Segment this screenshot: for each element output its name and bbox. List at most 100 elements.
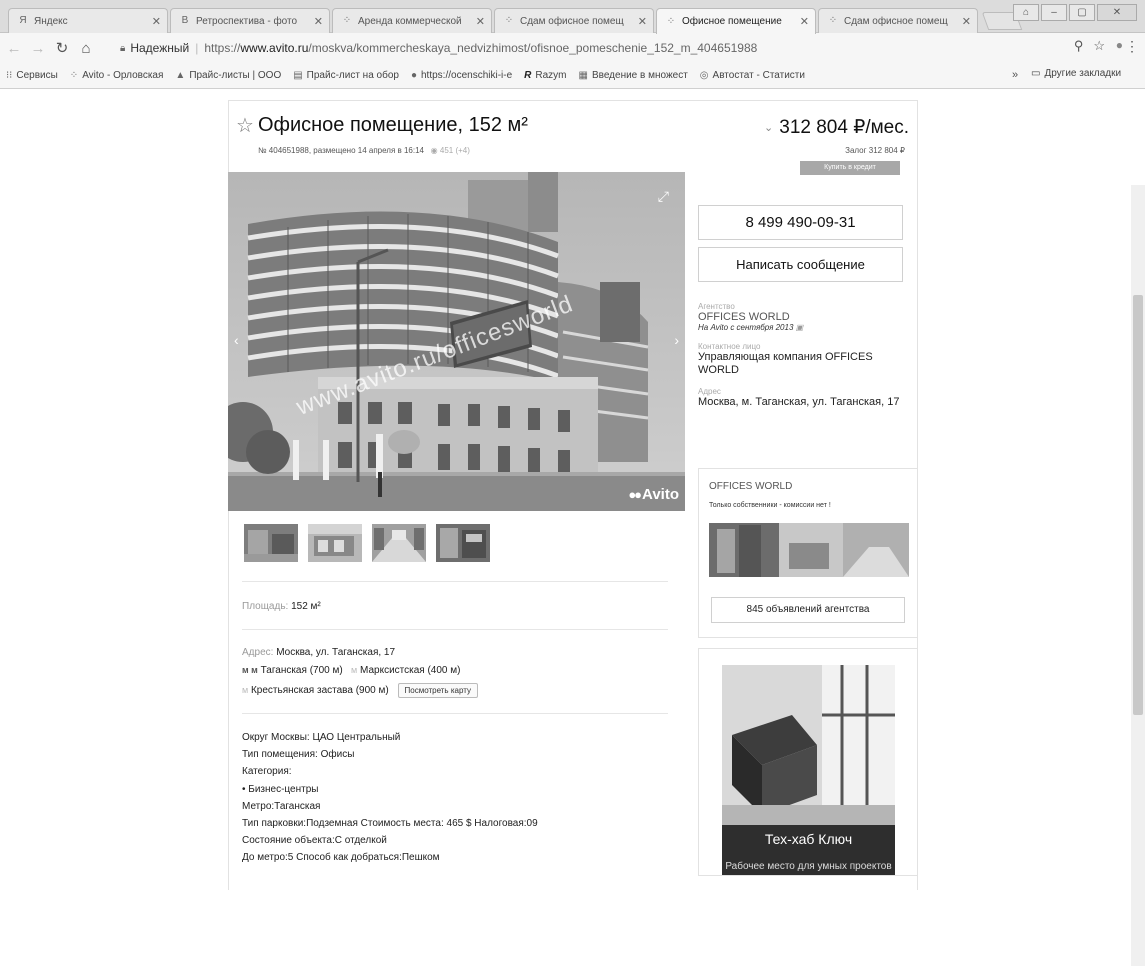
tab-label: Яндекс [34,15,68,27]
detail-line: Состояние объекта:С отделкой [242,835,387,847]
back-icon[interactable]: ← [4,40,24,57]
tab-retrospective[interactable]: B Ретроспектива - фото ✕ [170,8,330,33]
detail-line: Метро:Таганская [242,800,321,812]
separator: | [195,41,199,55]
omnibox-actions: ⚲ ☆ [1074,38,1105,54]
tab-arenda[interactable]: ⁘ Аренда коммерческой ✕ [332,8,492,33]
thumbnail[interactable] [372,524,426,562]
close-icon[interactable]: ✕ [152,15,161,28]
other-bookmarks-folder[interactable]: ▭ Другие закладки [1031,68,1121,79]
area-row: Площадь: 152 м² [242,601,321,612]
tab-sdam-2[interactable]: ⁘ Сдам офисное помещ ✕ [818,8,978,33]
write-message-button[interactable]: Написать сообщение [698,247,903,282]
bookmark-razym[interactable]: R Razym [524,70,566,81]
next-photo-icon[interactable]: › [674,332,679,348]
yandex-icon: Я [19,15,27,26]
deposit-text: Залог 312 804 ₽ [845,146,905,155]
metro-icon: ᴍ [351,665,358,675]
tab-label: Сдам офисное помещ [520,15,624,27]
apps-icon: ⁝⁝ [6,70,13,81]
show-phone-button[interactable]: 8 499 490-09-31 [698,205,903,240]
user-icon[interactable]: ⌂ [1013,4,1039,21]
minimize-icon[interactable]: – [1041,4,1067,21]
tab-label: Сдам офисное помещ [844,15,948,27]
menu-icon[interactable]: ⋮ [1125,38,1139,55]
scrollbar-thumb[interactable] [1133,295,1143,715]
folder-icon: ▭ [1031,68,1041,79]
tab-label: Ретроспектива - фото [196,15,298,27]
address-row: Адрес: Москва, ул. Таганская, 17 [242,647,395,658]
extension-icon[interactable]: ● [1116,38,1123,52]
tab-label: Офисное помещение [682,16,782,27]
divider [242,629,668,630]
favorite-star-icon[interactable]: ☆ [236,116,254,136]
seller-info: Агентство OFFICES WORLD На Avito с сентя… [698,302,908,409]
scrollbar[interactable] [1131,185,1145,966]
listing-header: ☆ Офисное помещение, 152 м² [236,114,528,137]
credit-button[interactable]: Купить в кредит [800,161,900,175]
close-icon[interactable]: ✕ [800,15,809,28]
browser-tab-strip: Я Яндекс ✕ B Ретроспектива - фото ✕ ⁘ Ар… [0,0,1145,34]
agency-card-name[interactable]: OFFICES WORLD [709,481,792,492]
tab-label: Аренда коммерческой [358,15,462,27]
detail-line: Категория: [242,766,292,778]
tab-yandex[interactable]: Я Яндекс ✕ [8,8,168,33]
bookmark-price-lists[interactable]: ▲ Прайс-листы | ООО [175,70,281,81]
views-count: ◉ 451 (+4) [426,146,470,155]
maximize-icon[interactable]: ▢ [1069,4,1095,21]
home-icon[interactable]: ⌂ [76,40,96,57]
agency-card: OFFICES WORLD Только собственники - коми… [698,468,918,638]
thumbnail[interactable] [244,524,298,562]
thumbnail[interactable] [308,524,362,562]
divider [242,581,668,582]
avito-icon: ⁘ [342,15,352,26]
address-value: Москва, ул. Таганская, 17 [276,647,396,658]
bookmarks-bar: ⁝⁝ Сервисы ⁘ Avito - Орловская ▲ Прайс-лист… [0,63,1145,89]
url-text: https://www.avito.ru/moskva/kommercheska… [204,41,758,55]
chevron-down-icon[interactable]: ⌄ [764,122,773,134]
detail-line: Тип помещения: Офисы [242,749,355,761]
agency-card-photos[interactable] [709,523,909,577]
tab-office-active[interactable]: ⁘ Офисное помещение ✕ [656,8,816,34]
close-icon[interactable]: ✕ [962,15,971,28]
r-icon: R [524,70,532,81]
bookmark-star-icon[interactable]: ☆ [1093,38,1105,54]
forward-icon[interactable]: → [28,40,48,57]
tab-sdam-1[interactable]: ⁘ Сдам офисное помещ ✕ [494,8,654,33]
fullscreen-icon[interactable]: ⤢ [658,188,669,205]
address-label: Адрес: [242,647,274,658]
close-icon[interactable]: ✕ [476,15,485,28]
agency-name-link[interactable]: OFFICES WORLD [698,311,908,323]
listing-description: Округ Москвы: ЦАО Центральный Тип помеще… [242,729,538,867]
close-icon[interactable]: ✕ [638,15,647,28]
detail-line: • Бизнес-центры [242,783,319,795]
photo-thumbnails [244,524,490,562]
seller-address-label: Адрес [698,387,721,396]
address-bar[interactable]: 🔒︎ Надежный | https://www.avito.ru/moskv… [120,37,1075,59]
listing-title: Офисное помещение, 152 м² [257,114,528,136]
ad-image: Тех-хаб Ключ Рабочее место для умных про… [722,665,895,875]
vc-icon: B [181,15,189,26]
ad-banner[interactable]: Тех-хаб Ключ Рабочее место для умных про… [698,648,918,876]
close-window-icon[interactable]: ✕ [1097,4,1137,21]
thumbnail[interactable] [436,524,490,562]
browser-toolbar: ← → ↻ ⌂ 🔒︎ Надежный | https://www.avito.… [0,33,1145,63]
reload-icon[interactable]: ↻ [52,39,72,57]
bookmark-ocenschiki[interactable]: ● https://ocenschiki-i-e [411,70,512,81]
bookmark-avito[interactable]: ⁘ Avito - Орловская [70,70,164,81]
close-icon[interactable]: ✕ [314,15,323,28]
area-label: Площадь: [242,601,289,612]
main-photo[interactable]: www.avito.ru/officesworld ‹ › ⤢ ●● Avito [228,172,685,511]
bookmarks-overflow-button[interactable]: » [1012,69,1018,81]
prev-photo-icon[interactable]: ‹ [234,332,239,348]
bookmark-price-equipment[interactable]: ▤ Прайс-лист на обор [293,70,399,81]
bookmark-autostat[interactable]: ◎ Автостат - Статисти [700,70,805,81]
agency-listings-button[interactable]: 845 объявлений агентства [711,597,905,623]
contact-label: Контактное лицо [698,342,761,351]
ad-subtitle: Рабочее место для умных проектов [725,861,892,872]
bookmark-sets[interactable]: ▦ Введение в множест [579,70,688,81]
bookmark-services[interactable]: ⁝⁝ Сервисы [6,70,58,81]
show-map-button[interactable]: Посмотреть карту [397,683,478,698]
metro-icon: ᴍ [242,685,249,695]
zoom-icon[interactable]: ⚲ [1074,38,1084,54]
